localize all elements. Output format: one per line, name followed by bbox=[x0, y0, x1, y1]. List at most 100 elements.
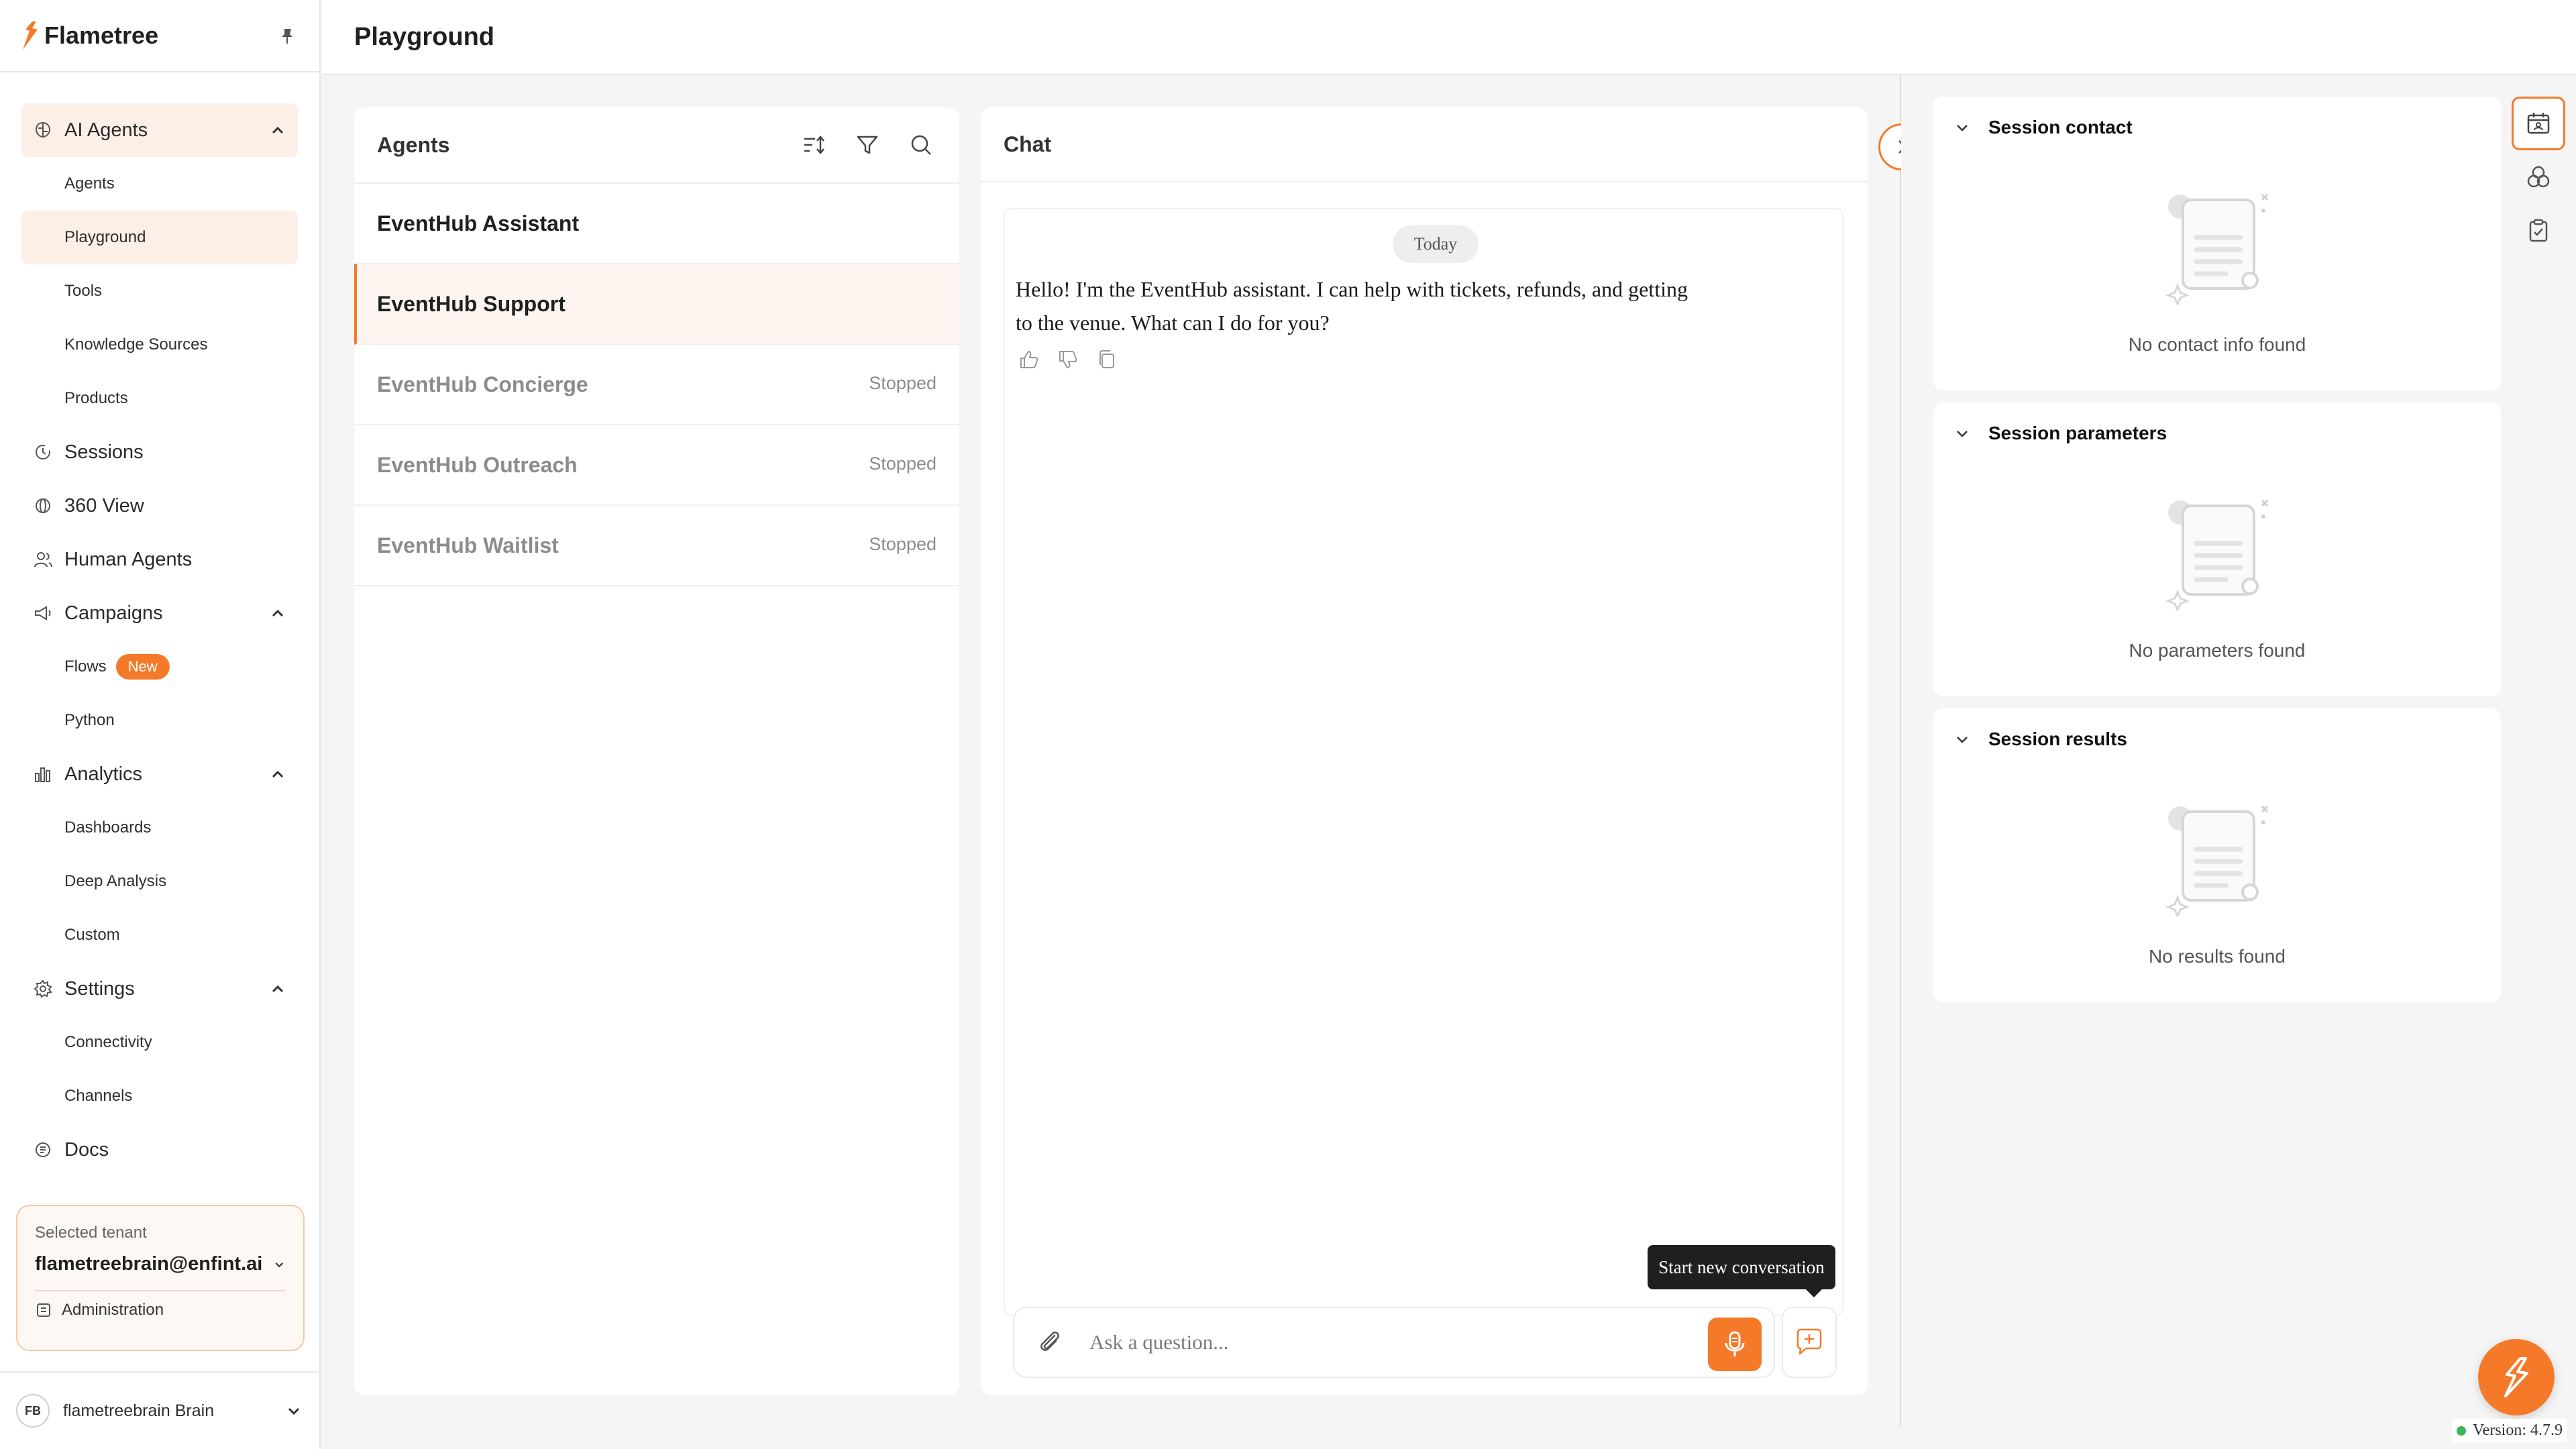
clipboard-check-icon bbox=[2529, 219, 2548, 242]
date-pill: Today bbox=[1393, 225, 1479, 263]
pin-icon[interactable] bbox=[276, 25, 298, 46]
administration-link[interactable]: Administration bbox=[35, 1301, 286, 1320]
sidebar-item-sessions[interactable]: Sessions bbox=[21, 425, 298, 479]
app-name: Flametree bbox=[44, 21, 159, 49]
page-title: Playground bbox=[354, 22, 495, 51]
megaphone-icon bbox=[32, 602, 54, 624]
new-conversation-button[interactable] bbox=[1782, 1307, 1837, 1378]
agent-row[interactable]: EventHub Waitlist Stopped bbox=[354, 506, 959, 586]
tenant-value: flametreebrain@enfint.ai bbox=[35, 1253, 263, 1275]
agent-row[interactable]: EventHub Assistant bbox=[354, 184, 959, 264]
top-bar: Playground bbox=[322, 0, 2576, 75]
session-results-card: Session results No results found bbox=[1933, 708, 2501, 1002]
session-results-title: Session results bbox=[1988, 729, 2127, 749]
sidebar-item-deep-analysis[interactable]: Deep Analysis bbox=[21, 855, 298, 908]
chevron-up-icon[interactable] bbox=[268, 604, 287, 623]
agent-name: EventHub Outreach bbox=[377, 452, 578, 477]
thumbs-up-icon[interactable] bbox=[1017, 347, 1041, 372]
agent-name: EventHub Support bbox=[377, 291, 566, 316]
sort-icon[interactable] bbox=[798, 129, 829, 160]
thumbs-down-icon[interactable] bbox=[1056, 347, 1080, 372]
sidebar-item-ai-agents[interactable]: AI Agents bbox=[21, 103, 298, 157]
session-contact-title: Session contact bbox=[1988, 117, 2133, 138]
sidebar-item-label: Settings bbox=[64, 977, 135, 1000]
rail-contact-button[interactable] bbox=[2512, 97, 2565, 150]
chat-input[interactable] bbox=[1089, 1330, 1666, 1354]
session-parameters-card: Session parameters No parameters found bbox=[1933, 402, 2501, 696]
sidebar-item-human-agents[interactable]: Human Agents bbox=[21, 533, 298, 586]
agents-toolbar bbox=[798, 129, 936, 160]
sidebar-item-products[interactable]: Products bbox=[21, 372, 298, 425]
microphone-icon bbox=[1725, 1331, 1745, 1356]
chevron-down-icon bbox=[288, 1407, 300, 1415]
session-results-empty: No results found bbox=[2149, 946, 2286, 967]
administration-label: Administration bbox=[62, 1301, 164, 1319]
brain-icon bbox=[32, 119, 54, 141]
sidebar: Flametree AI Agents Agents Playground To… bbox=[0, 0, 321, 1449]
sidebar-item-python[interactable]: Python bbox=[21, 694, 298, 747]
users-icon bbox=[32, 549, 54, 570]
flametree-logo-icon bbox=[2504, 1357, 2528, 1397]
filter-icon[interactable] bbox=[852, 129, 883, 160]
sidebar-item-custom[interactable]: Custom bbox=[21, 908, 298, 962]
search-icon[interactable] bbox=[906, 129, 936, 160]
agent-row-selected[interactable]: EventHub Support bbox=[354, 264, 959, 345]
sidebar-item-tools[interactable]: Tools bbox=[21, 264, 298, 318]
chat-input-bar bbox=[1013, 1307, 1775, 1378]
session-contact-header[interactable]: Session contact bbox=[1933, 97, 2501, 158]
tenant-label: Selected tenant bbox=[35, 1224, 147, 1242]
chat-messages: Today Hello! I'm the EventHub assistant.… bbox=[1004, 208, 1843, 1316]
sidebar-item-label: Campaigns bbox=[64, 602, 163, 624]
copy-icon[interactable] bbox=[1095, 347, 1119, 372]
assistant-launcher-button[interactable] bbox=[2478, 1339, 2555, 1415]
session-results-header[interactable]: Session results bbox=[1933, 708, 2501, 770]
sidebar-item-campaigns[interactable]: Campaigns bbox=[21, 586, 298, 640]
sidebar-item-label: AI Agents bbox=[64, 119, 148, 141]
empty-document-icon bbox=[2165, 193, 2269, 305]
sidebar-item-channels[interactable]: Channels bbox=[21, 1069, 298, 1123]
sidebar-item-flows[interactable]: Flows New bbox=[21, 640, 298, 694]
history-icon bbox=[32, 441, 54, 463]
user-menu[interactable]: FB flametreebrain Brain bbox=[0, 1371, 319, 1449]
message-actions bbox=[1017, 347, 1119, 372]
chat-plus-icon bbox=[1796, 1328, 1822, 1355]
sidebar-item-label: Analytics bbox=[64, 763, 143, 785]
sidebar-item-docs[interactable]: Docs bbox=[21, 1123, 298, 1177]
sidebar-item-360-view[interactable]: 360 View bbox=[21, 479, 298, 533]
tenant-card: Selected tenant flametreebrain@enfint.ai… bbox=[16, 1205, 305, 1351]
microphone-button[interactable] bbox=[1708, 1318, 1762, 1371]
sidebar-item-agents[interactable]: Agents bbox=[21, 157, 298, 211]
chevron-down-icon bbox=[1957, 737, 1968, 743]
rail-parameters-button[interactable] bbox=[2512, 150, 2565, 204]
paperclip-icon[interactable] bbox=[1032, 1325, 1067, 1360]
sidebar-item-label: Flows bbox=[64, 657, 107, 676]
user-name: flametreebrain Brain bbox=[63, 1401, 215, 1420]
tenant-selector[interactable]: flametreebrain@enfint.ai bbox=[35, 1253, 286, 1275]
sidebar-item-analytics[interactable]: Analytics bbox=[21, 747, 298, 801]
rail-results-button[interactable] bbox=[2512, 204, 2565, 258]
sidebar-item-knowledge-sources[interactable]: Knowledge Sources bbox=[21, 318, 298, 372]
sidebar-item-settings[interactable]: Settings bbox=[21, 962, 298, 1016]
sidebar-item-playground[interactable]: Playground bbox=[21, 211, 298, 264]
sidebar-nav: AI Agents Agents Playground Tools Knowle… bbox=[0, 72, 319, 1177]
chat-title: Chat bbox=[1004, 131, 1052, 156]
chat-header: Chat bbox=[981, 107, 1868, 182]
docs-icon bbox=[32, 1139, 54, 1161]
agent-status: Stopped bbox=[869, 373, 936, 393]
chevron-up-icon[interactable] bbox=[268, 121, 287, 140]
chevron-up-icon[interactable] bbox=[268, 979, 287, 998]
agents-title: Agents bbox=[377, 132, 450, 157]
empty-document-icon bbox=[2165, 805, 2269, 916]
session-parameters-empty: No parameters found bbox=[2129, 640, 2306, 661]
session-parameters-header[interactable]: Session parameters bbox=[1933, 402, 2501, 464]
sidebar-item-connectivity[interactable]: Connectivity bbox=[21, 1016, 298, 1069]
agent-row[interactable]: EventHub Outreach Stopped bbox=[354, 425, 959, 506]
sidebar-item-label: Sessions bbox=[64, 441, 144, 463]
agents-panel: Agents EventHub Assistant EventHub Suppo… bbox=[354, 107, 959, 1395]
agent-row[interactable]: EventHub Concierge Stopped bbox=[354, 345, 959, 425]
avatar: FB bbox=[16, 1394, 50, 1428]
empty-document-icon bbox=[2165, 499, 2269, 610]
sidebar-item-dashboards[interactable]: Dashboards bbox=[21, 801, 298, 855]
chevron-up-icon[interactable] bbox=[268, 765, 287, 784]
sidebar-item-label: 360 View bbox=[64, 494, 144, 517]
